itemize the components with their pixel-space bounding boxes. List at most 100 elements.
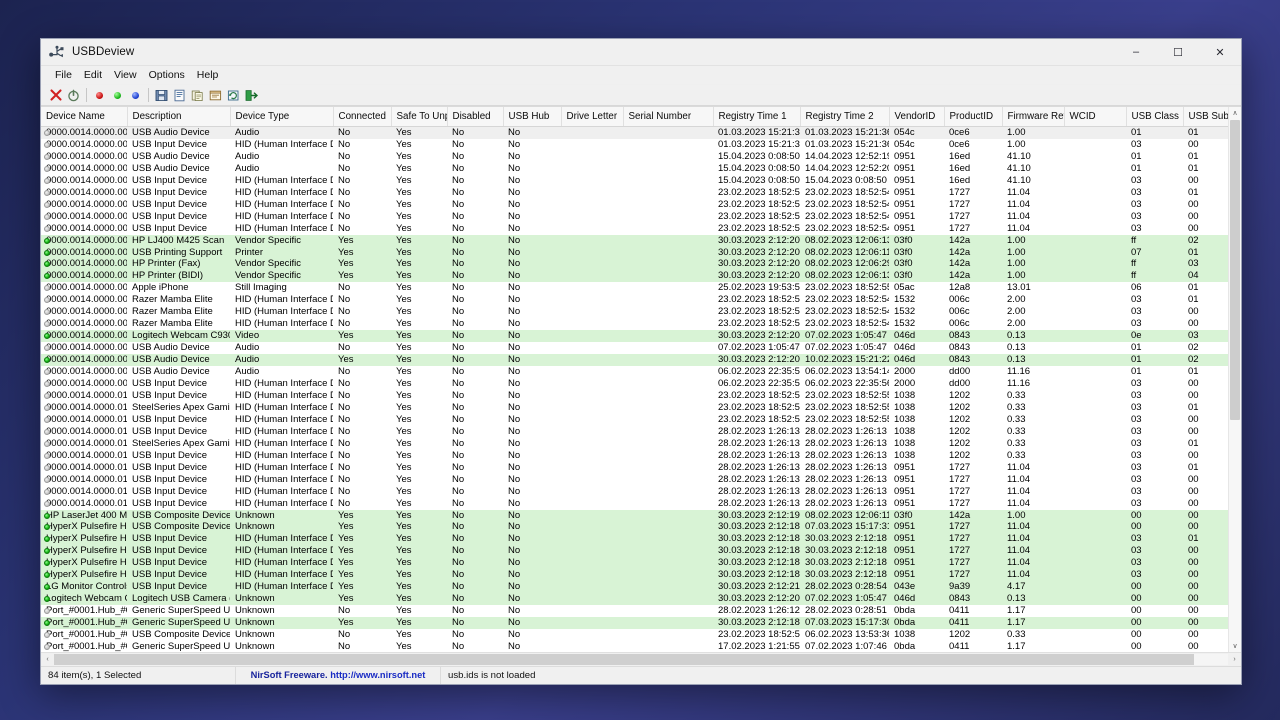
table-row[interactable]: HP LaserJet 400 MFP ...USB Composite Dev… <box>41 509 1241 522</box>
scroll-left-button[interactable]: ‹ <box>41 654 54 666</box>
green-status-button[interactable] <box>109 87 126 104</box>
column-header-vendorid[interactable]: VendorID <box>889 107 945 127</box>
table-cell: 30.03.2023 2:12:18 <box>800 545 889 558</box>
horizontal-scrollbar[interactable]: ‹ › <box>41 652 1241 666</box>
table-row[interactable]: HyperX Pulsefire HasteUSB Input DeviceHI… <box>41 569 1241 582</box>
table-row[interactable]: 0000.0014.0000.003.00...USB Input Device… <box>41 174 1241 187</box>
horizontal-scroll-track[interactable] <box>54 654 1228 665</box>
vertical-scrollbar[interactable]: ∧ ∨ <box>1228 107 1241 652</box>
table-row[interactable]: 0000.0014.0000.003.00...HP LJ400 M425 Sc… <box>41 234 1241 247</box>
column-header-productid[interactable]: ProductID <box>944 107 1003 127</box>
column-header-drive-letter[interactable]: Drive Letter <box>561 107 624 127</box>
minimize-button[interactable]: – <box>1115 39 1157 65</box>
scroll-up-button[interactable]: ∧ <box>1229 107 1241 119</box>
menu-view[interactable]: View <box>108 67 143 83</box>
menu-edit[interactable]: Edit <box>78 67 108 83</box>
table-row[interactable]: 0000.0014.0000.013.00...USB Input Device… <box>41 485 1241 498</box>
table-row[interactable]: 0000.0014.0000.003.00...HP Printer (BIDI… <box>41 270 1241 283</box>
table-row[interactable]: 0000.0014.0000.004.00...Razer Mamba Elit… <box>41 294 1241 307</box>
column-header-device-name[interactable]: Device Name <box>41 107 128 127</box>
refresh-button[interactable] <box>225 87 242 104</box>
column-header-serial-number[interactable]: Serial Number <box>623 107 714 127</box>
device-grid[interactable]: Device Name Description Device Type Connect… <box>41 107 1241 652</box>
menu-help[interactable]: Help <box>191 67 225 83</box>
copy-selected-items-button[interactable] <box>189 87 206 104</box>
uninstall-selected-devices-button[interactable] <box>47 87 64 104</box>
table-row[interactable]: 0000.0014.0000.005.00...USB Audio Device… <box>41 342 1241 355</box>
table-row[interactable]: 0000.0014.0000.003.00...USB Audio Device… <box>41 150 1241 163</box>
table-row[interactable]: 0000.0014.0000.003.00...USB Input Device… <box>41 198 1241 211</box>
table-cell <box>1064 569 1126 582</box>
table-row[interactable]: HyperX Pulsefire HasteUSB Input DeviceHI… <box>41 533 1241 546</box>
table-row[interactable]: 0000.0014.0000.005.00...USB Audio Device… <box>41 354 1241 367</box>
table-row[interactable]: 0000.0014.0000.003.00...USB Input Device… <box>41 222 1241 235</box>
table-row[interactable]: 0000.0014.0000.003.00...USB Input Device… <box>41 210 1241 223</box>
properties-button[interactable] <box>207 87 224 104</box>
disconnect-device-button[interactable] <box>65 87 82 104</box>
exit-button[interactable] <box>243 87 260 104</box>
table-row[interactable]: 0000.0014.0000.009.00...USB Input Device… <box>41 378 1241 390</box>
maximize-button[interactable]: ☐ <box>1157 39 1199 65</box>
column-header-safe-to-unpl[interactable]: Safe To Unpl... <box>391 107 448 127</box>
table-row[interactable]: LG Monitor Controls USB Input Device HID (… <box>41 581 1241 594</box>
save-as-button[interactable] <box>171 87 188 104</box>
table-cell: 1727 <box>944 545 1002 558</box>
nirsoft-credit[interactable]: NirSoft Freeware. http://www.nirsoft.net <box>236 667 441 684</box>
column-header-connected[interactable]: Connected <box>333 107 392 127</box>
table-row[interactable]: 0000.0014.0000.012.00...USB Input Device… <box>41 449 1241 462</box>
table-row[interactable]: 0000.0014.0000.003.00...USB Input Device… <box>41 186 1241 199</box>
table-row[interactable]: HyperX Pulsefire HasteUSB Input DeviceHI… <box>41 545 1241 558</box>
column-header-usb-class[interactable]: USB Class <box>1126 107 1184 127</box>
table-row[interactable]: 0000.0014.0000.004.00...Razer Mamba Elit… <box>41 318 1241 331</box>
table-row[interactable]: 0000.0014.0000.013.00...USB Input Device… <box>41 497 1241 510</box>
table-row[interactable]: Port_#0001.Hub_#0004Generic SuperSpeed U… <box>41 640 1241 652</box>
connected-indicator-icon <box>44 237 50 244</box>
table-cell: No <box>333 222 391 235</box>
column-header-registry-time-2[interactable]: Registry Time 2 <box>800 107 890 127</box>
table-cell <box>1064 413 1126 426</box>
table-row[interactable]: 0000.0014.0000.003.00...USB Audio Device… <box>41 126 1241 139</box>
table-row[interactable]: 0000.0014.0000.003.00...USB Printing Sup… <box>41 246 1241 259</box>
table-row[interactable]: 0000.0014.0000.011.00...SteelSeries Apex… <box>41 401 1241 414</box>
column-header-description[interactable]: Description <box>127 107 231 127</box>
red-status-button[interactable] <box>91 87 108 104</box>
blue-status-button[interactable] <box>127 87 144 104</box>
table-row[interactable]: 0000.0014.0000.012.00...SteelSeries Apex… <box>41 437 1241 450</box>
table-row[interactable]: 0000.0014.0000.009.00...USB Audio Device… <box>41 366 1241 379</box>
table-row[interactable]: HyperX Pulsefire HasteUSB Input DeviceHI… <box>41 557 1241 570</box>
vertical-scroll-thumb[interactable] <box>1230 120 1240 420</box>
table-row[interactable]: Logitech Webcam C9...Logitech USB Camera… <box>41 593 1241 606</box>
close-button[interactable]: ✕ <box>1199 39 1241 65</box>
table-row[interactable]: 0000.0014.0000.013.00...USB Input Device… <box>41 473 1241 486</box>
table-cell <box>623 138 713 151</box>
table-cell: 28.02.2023 1:26:13 <box>713 425 800 438</box>
scroll-right-button[interactable]: › <box>1228 654 1241 666</box>
scroll-down-button[interactable]: ∨ <box>1229 640 1241 652</box>
table-row[interactable]: Port_#0001.Hub_#0003USB Composite Device… <box>41 629 1241 641</box>
table-row[interactable]: Port_#0001.Hub_#0003Generic SuperSpeed U… <box>41 605 1241 618</box>
table-row[interactable]: 0000.0014.0000.003.00...Apple iPhoneStil… <box>41 282 1241 295</box>
nirsoft-link[interactable]: http://www.nirsoft.net <box>330 670 425 680</box>
table-row[interactable]: 0000.0014.0000.013.00...USB Input Device… <box>41 461 1241 474</box>
table-row[interactable]: 0000.0014.0000.003.00...USB Audio Device… <box>41 162 1241 175</box>
horizontal-scroll-thumb[interactable] <box>54 654 1194 665</box>
table-row[interactable]: 0000.0014.0000.011.00...USB Input Device… <box>41 389 1241 402</box>
table-row[interactable]: 0000.0014.0000.003.00...USB Input Device… <box>41 138 1241 151</box>
table-cell: 1532 <box>889 318 944 331</box>
save-selected-items-button[interactable] <box>153 87 170 104</box>
menu-file[interactable]: File <box>49 67 78 83</box>
table-row[interactable]: Port_#0001.Hub_#0003Generic SuperSpeed U… <box>41 617 1241 630</box>
column-header-firmware-revis[interactable]: Firmware Revis... <box>1002 107 1065 127</box>
column-header-wcid[interactable]: WCID <box>1064 107 1127 127</box>
table-row[interactable]: 0000.0014.0000.003.00...HP Printer (Fax)… <box>41 258 1241 271</box>
table-row[interactable]: 0000.0014.0000.005.00...Logitech Webcam … <box>41 330 1241 343</box>
column-header-registry-time-1[interactable]: Registry Time 1 <box>713 107 801 127</box>
table-row[interactable]: 0000.0014.0000.012.00...USB Input Device… <box>41 425 1241 438</box>
table-row[interactable]: 0000.0014.0000.011.00...USB Input Device… <box>41 413 1241 426</box>
column-header-disabled[interactable]: Disabled <box>447 107 504 127</box>
column-header-usb-hub[interactable]: USB Hub <box>503 107 562 127</box>
menu-options[interactable]: Options <box>143 67 191 83</box>
table-row[interactable]: HyperX Pulsefire HasteUSB Composite Devi… <box>41 521 1241 534</box>
table-row[interactable]: 0000.0014.0000.004.00...Razer Mamba Elit… <box>41 306 1241 319</box>
column-header-device-type[interactable]: Device Type <box>230 107 334 127</box>
